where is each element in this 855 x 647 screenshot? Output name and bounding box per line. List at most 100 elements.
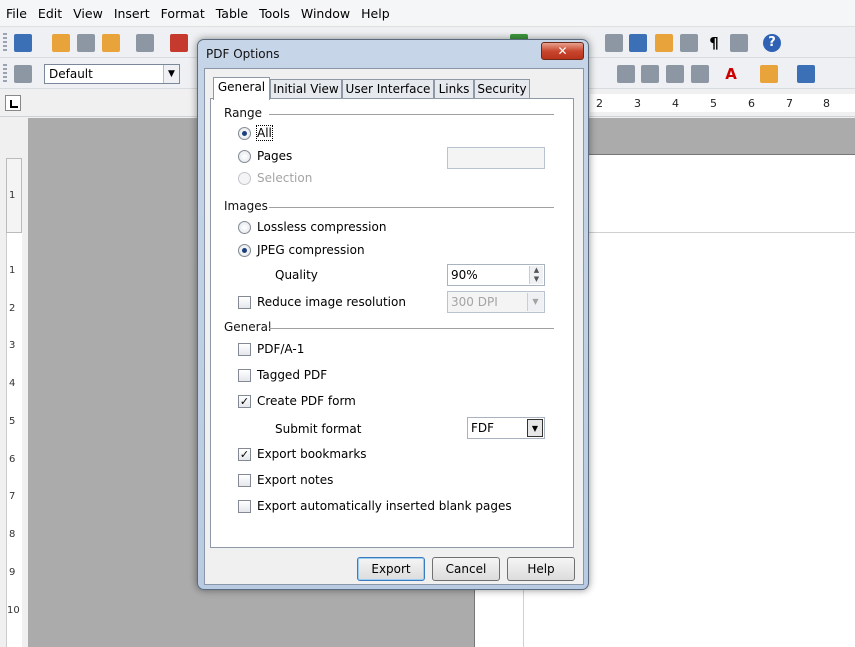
- decrease-indent-icon[interactable]: [666, 65, 684, 83]
- export-notes-label: Export notes: [257, 473, 334, 487]
- menu-format[interactable]: Format: [155, 6, 210, 21]
- general-tab-panel: Range All Pages Selection Images Lossles…: [210, 98, 574, 548]
- pdf-options-dialog: PDF Options ✕ General Initial View User …: [197, 39, 589, 590]
- tab-stop-selector[interactable]: [5, 95, 21, 111]
- spin-down-icon[interactable]: ▼: [530, 275, 543, 284]
- toolbar-grip[interactable]: [3, 64, 7, 84]
- export-notes-option[interactable]: Export notes: [238, 473, 333, 487]
- menu-file[interactable]: File: [0, 6, 32, 21]
- ruler-number: 7: [786, 97, 793, 110]
- divider: [269, 207, 554, 208]
- chevron-down-icon[interactable]: ▼: [163, 65, 179, 83]
- radio-pages[interactable]: [238, 149, 251, 163]
- checkbox-create-form[interactable]: ✓: [238, 394, 251, 408]
- save-icon[interactable]: [77, 34, 95, 52]
- jpeg-option[interactable]: JPEG compression: [238, 243, 365, 257]
- submit-format-value: FDF: [471, 421, 495, 435]
- general-section-label: General: [224, 320, 272, 334]
- checkbox-reduce-resolution[interactable]: [238, 295, 251, 309]
- spin-buttons[interactable]: ▲ ▼: [529, 266, 543, 284]
- menu-view[interactable]: View: [67, 6, 108, 21]
- highlighting-icon[interactable]: [760, 65, 778, 83]
- radio-selection[interactable]: [238, 171, 251, 185]
- numbering-icon[interactable]: [617, 65, 635, 83]
- help-button[interactable]: Help: [507, 557, 575, 581]
- navigator-compass-icon[interactable]: [629, 34, 647, 52]
- email-icon[interactable]: [102, 34, 120, 52]
- ruler-number: 1: [9, 190, 16, 201]
- help-icon[interactable]: ?: [763, 34, 781, 52]
- ruler-number: 3: [634, 97, 641, 110]
- divider: [269, 328, 554, 329]
- menu-edit[interactable]: Edit: [32, 6, 67, 21]
- range-selection-option[interactable]: Selection: [238, 171, 312, 185]
- chevron-down-icon[interactable]: ▼: [527, 293, 543, 311]
- data-sources-icon[interactable]: [680, 34, 698, 52]
- background-color-icon[interactable]: [797, 65, 815, 83]
- checkbox-export-bookmarks[interactable]: ✓: [238, 447, 251, 461]
- paragraph-style-select[interactable]: Default ▼: [44, 64, 180, 84]
- jpeg-label: JPEG compression: [257, 243, 365, 257]
- export-pdf-icon[interactable]: [170, 34, 188, 52]
- close-icon: ✕: [557, 44, 568, 58]
- styles-formatting-icon[interactable]: [14, 65, 32, 83]
- divider: [269, 114, 554, 115]
- radio-lossless[interactable]: [238, 220, 251, 234]
- checkbox-export-blank-pages[interactable]: [238, 499, 251, 513]
- pages-input[interactable]: [447, 147, 545, 169]
- spin-up-icon[interactable]: ▲: [530, 266, 543, 275]
- font-color-icon[interactable]: A: [722, 65, 740, 83]
- submit-format-select[interactable]: FDF ▼: [467, 417, 545, 439]
- open-folder-icon[interactable]: [52, 34, 70, 52]
- ruler-number: 2: [596, 97, 603, 110]
- radio-jpeg[interactable]: [238, 243, 251, 257]
- dialog-title: PDF Options: [206, 47, 280, 61]
- range-all-label: All: [256, 125, 273, 141]
- tagged-pdf-option[interactable]: Tagged PDF: [238, 368, 327, 382]
- menu-help[interactable]: Help: [355, 6, 395, 21]
- toolbar-grip[interactable]: [3, 33, 7, 53]
- lossless-option[interactable]: Lossless compression: [238, 220, 386, 234]
- formatting-marks-icon[interactable]: ¶: [705, 34, 723, 52]
- ruler-scale[interactable]: 2 3 4 5 6 7 8: [590, 94, 855, 112]
- create-form-option[interactable]: ✓ Create PDF form: [238, 394, 356, 408]
- ruler-number: 5: [710, 97, 717, 110]
- checkbox-tagged-pdf[interactable]: [238, 368, 251, 382]
- checkbox-pdfa[interactable]: [238, 342, 251, 356]
- close-button[interactable]: ✕: [541, 42, 584, 60]
- lossless-label: Lossless compression: [257, 220, 387, 234]
- menu-window[interactable]: Window: [295, 6, 355, 21]
- zoom-icon[interactable]: [730, 34, 748, 52]
- tab-general[interactable]: General: [213, 77, 270, 100]
- radio-all[interactable]: [238, 126, 251, 140]
- cancel-button[interactable]: Cancel: [432, 557, 500, 581]
- chevron-down-icon[interactable]: ▼: [527, 419, 543, 437]
- tab-links[interactable]: Links: [434, 79, 474, 99]
- tab-security[interactable]: Security: [474, 79, 530, 99]
- resolution-combobox[interactable]: 300 DPI ▼: [447, 291, 545, 313]
- tab-initial-view[interactable]: Initial View: [270, 79, 342, 99]
- tab-user-interface[interactable]: User Interface: [342, 79, 434, 99]
- menu-table[interactable]: Table: [210, 6, 253, 21]
- ruler-number: 4: [9, 378, 16, 389]
- checkbox-export-notes[interactable]: [238, 473, 251, 487]
- menu-tools[interactable]: Tools: [253, 6, 295, 21]
- pdfa-option[interactable]: PDF/A-1: [238, 342, 304, 356]
- quality-spinner[interactable]: 90% ▲ ▼: [447, 264, 545, 286]
- bullets-icon[interactable]: [641, 65, 659, 83]
- export-button[interactable]: Export: [357, 557, 425, 581]
- gallery-icon[interactable]: [655, 34, 673, 52]
- dialog-body: General Initial View User Interface Link…: [204, 68, 584, 585]
- reduce-resolution-option[interactable]: Reduce image resolution: [238, 295, 406, 309]
- increase-indent-icon[interactable]: [691, 65, 709, 83]
- menu-insert[interactable]: Insert: [108, 6, 155, 21]
- export-blank-pages-option[interactable]: Export automatically inserted blank page…: [238, 499, 512, 513]
- export-bookmarks-option[interactable]: ✓ Export bookmarks: [238, 447, 367, 461]
- create-form-label: Create PDF form: [257, 394, 356, 408]
- reduce-resolution-label: Reduce image resolution: [257, 295, 406, 309]
- find-replace-icon[interactable]: [605, 34, 623, 52]
- edit-file-icon[interactable]: [136, 34, 154, 52]
- new-document-icon[interactable]: [14, 34, 32, 52]
- range-pages-option[interactable]: Pages: [238, 149, 292, 163]
- range-all-option[interactable]: All: [238, 125, 273, 141]
